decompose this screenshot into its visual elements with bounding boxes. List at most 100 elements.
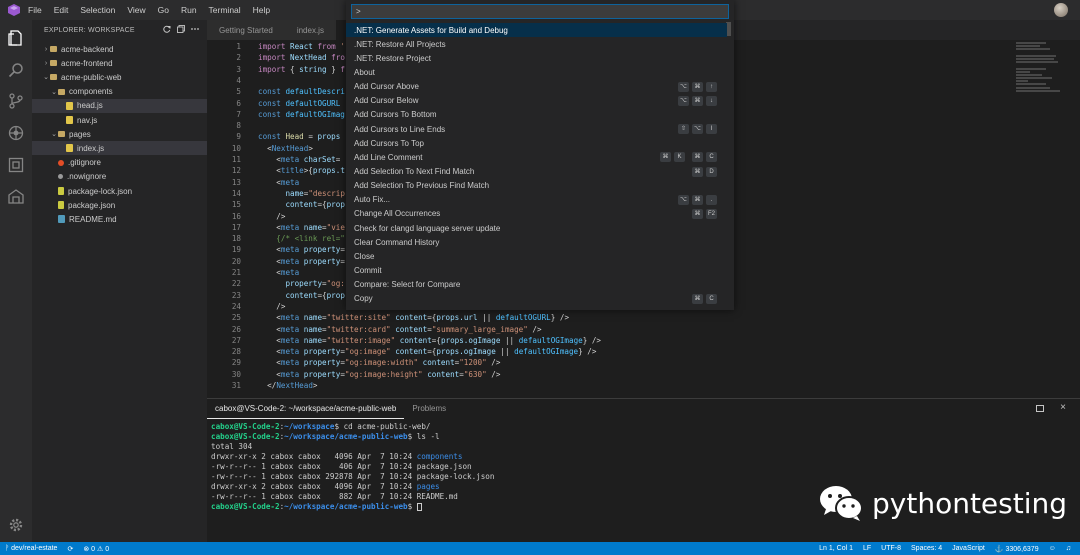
command-item[interactable]: About bbox=[346, 65, 727, 79]
chevron-icon: ⌄ bbox=[51, 88, 57, 96]
command-item[interactable]: Add Selection To Next Find Match ⌘ D bbox=[346, 165, 727, 179]
tree-item-label: head.js bbox=[77, 101, 103, 111]
command-item[interactable]: Close bbox=[346, 249, 727, 263]
minimap[interactable] bbox=[1016, 42, 1062, 102]
command-item[interactable]: Add Cursor Above ⌥ ⌘ ↑ bbox=[346, 80, 727, 94]
command-label: Add Line Comment bbox=[354, 152, 423, 162]
command-label: Compare: Select for Compare bbox=[354, 280, 461, 290]
language-mode[interactable]: JavaScript bbox=[952, 545, 985, 552]
tree-item[interactable]: ⌄ components bbox=[32, 85, 207, 99]
settings-gear-icon[interactable] bbox=[7, 516, 25, 534]
code-text: import NextHead fro bbox=[258, 53, 345, 63]
code-text: <NextHead> bbox=[267, 143, 313, 153]
line-number: 19 bbox=[231, 245, 241, 255]
menu-selection[interactable]: Selection bbox=[80, 5, 115, 15]
tree-item[interactable]: package.json bbox=[32, 198, 207, 212]
key-cap: ⌘ bbox=[692, 194, 703, 205]
maximize-panel-icon[interactable] bbox=[1036, 405, 1044, 412]
tree-item[interactable]: .nowignore bbox=[32, 170, 207, 184]
close-panel-icon[interactable]: × bbox=[1060, 402, 1066, 413]
tab-problems[interactable]: Problems bbox=[404, 399, 454, 419]
editor-tab[interactable]: Getting Started bbox=[207, 20, 285, 40]
command-label: Auto Fix... bbox=[354, 195, 391, 205]
tree-item[interactable]: index.js bbox=[32, 141, 207, 156]
sync-icon[interactable]: ⟳ bbox=[67, 545, 73, 553]
key-cap: ⌘ bbox=[692, 166, 703, 177]
key-cap: F2 bbox=[705, 208, 717, 219]
eol-indicator[interactable]: LF bbox=[863, 545, 871, 552]
wechat-icon bbox=[820, 486, 863, 521]
command-item[interactable]: Add Cursor Below ⌥ ⌘ ↓ bbox=[346, 94, 727, 108]
command-label: .NET: Restore Project bbox=[354, 53, 431, 63]
command-item[interactable]: .NET: Restore All Projects bbox=[346, 37, 727, 51]
code-text: {/* <link rel=" bbox=[276, 234, 345, 244]
command-palette-input[interactable] bbox=[351, 4, 729, 19]
command-item[interactable]: Compare: Select for Compare bbox=[346, 278, 727, 292]
user-avatar[interactable] bbox=[1054, 3, 1068, 17]
command-item[interactable]: Copy ⌘ C bbox=[346, 292, 727, 306]
menu-help[interactable]: Help bbox=[253, 5, 270, 15]
problems-indicator[interactable]: ⊗ 0 ⚠ 0 bbox=[83, 545, 109, 553]
search-icon[interactable] bbox=[7, 61, 25, 79]
command-item[interactable]: Add Cursors To Bottom bbox=[346, 108, 727, 122]
git-file-icon bbox=[58, 159, 64, 166]
menu-edit[interactable]: Edit bbox=[54, 5, 69, 15]
tree-item[interactable]: package-lock.json bbox=[32, 184, 207, 198]
command-item[interactable]: Change All Occurrences ⌘ F2 bbox=[346, 207, 727, 221]
editor-tab[interactable]: index.js bbox=[284, 20, 336, 40]
command-label: Add Cursors To Bottom bbox=[354, 110, 437, 120]
command-item[interactable]: Check for clangd language server update bbox=[346, 221, 727, 235]
collapse-all-icon[interactable] bbox=[177, 25, 185, 33]
folder-file-icon bbox=[50, 74, 57, 81]
command-label: Check for clangd language server update bbox=[354, 223, 501, 233]
key-cap: ↓ bbox=[706, 95, 717, 106]
terminal-text: -rw-r--r-- 1 cabox cabox 406 Apr 7 10:24… bbox=[211, 462, 472, 471]
command-item[interactable]: Commit bbox=[346, 264, 727, 278]
more-actions-icon[interactable] bbox=[191, 25, 199, 33]
terminal-output[interactable]: cabox@VS-Code-2:~/workspace$ cd acme-pub… bbox=[211, 422, 494, 512]
feedback-icon[interactable]: ☺ bbox=[1049, 545, 1056, 552]
tree-item[interactable]: › acme-backend bbox=[32, 42, 207, 56]
cursor-position[interactable]: Ln 1, Col 1 bbox=[819, 545, 853, 552]
command-item[interactable]: Auto Fix... ⌥ ⌘. bbox=[346, 193, 727, 207]
command-item[interactable]: Add Selection To Previous Find Match bbox=[346, 179, 727, 193]
key-cap: ⌥ bbox=[678, 81, 689, 92]
indent-indicator[interactable]: Spaces: 4 bbox=[911, 545, 942, 552]
code-text: <meta property="og:image" content={props… bbox=[276, 347, 597, 357]
key-cap: ⌘ bbox=[692, 293, 703, 304]
encoding-indicator[interactable]: UTF-8 bbox=[881, 545, 901, 552]
refresh-icon[interactable] bbox=[163, 25, 171, 33]
menu-run[interactable]: Run bbox=[181, 5, 197, 15]
menu-file[interactable]: File bbox=[28, 5, 42, 15]
source-control-icon[interactable] bbox=[7, 92, 25, 110]
command-item[interactable]: .NET: Restore Project bbox=[346, 51, 727, 65]
terminal-line: drwxr-xr-x 2 cabox cabox 4096 Apr 7 10:2… bbox=[211, 482, 494, 492]
debug-icon[interactable] bbox=[7, 124, 25, 142]
line-number: 7 bbox=[236, 109, 241, 119]
tree-item[interactable]: nav.js bbox=[32, 113, 207, 127]
ports-indicator[interactable]: ⚓ 3306,6379 bbox=[995, 545, 1039, 553]
tree-item[interactable]: .gitignore bbox=[32, 156, 207, 170]
branch-indicator[interactable]: ᚹ dev/real-estate bbox=[5, 545, 57, 552]
command-item[interactable]: Clear Command History bbox=[346, 235, 727, 249]
menu-view[interactable]: View bbox=[127, 5, 145, 15]
tree-item[interactable]: ⌄ pages bbox=[32, 127, 207, 141]
code-text: content={prop bbox=[285, 290, 345, 300]
tree-item[interactable]: ⌄ acme-public-web bbox=[32, 70, 207, 84]
command-item[interactable]: Add Line Comment ⌘ K ⌘ C bbox=[346, 150, 727, 164]
watermark: pythontesting bbox=[818, 484, 1067, 522]
code-text: const Head = props bbox=[258, 132, 341, 142]
tree-item[interactable]: head.js bbox=[32, 98, 207, 113]
tab-terminal[interactable]: cabox@VS-Code-2: ~/workspace/acme-public… bbox=[207, 399, 405, 419]
remote-explorer-icon[interactable] bbox=[7, 187, 25, 205]
command-item[interactable]: Add Cursors to Line Ends ⇧ ⌥ I bbox=[346, 122, 727, 136]
command-item[interactable]: Add Cursors To Top bbox=[346, 136, 727, 150]
extensions-icon[interactable] bbox=[7, 156, 25, 174]
menu-go[interactable]: Go bbox=[158, 5, 169, 15]
tree-item[interactable]: README.md bbox=[32, 212, 207, 226]
menu-terminal[interactable]: Terminal bbox=[209, 5, 241, 15]
tree-item[interactable]: › acme-frontend bbox=[32, 56, 207, 70]
command-item[interactable]: .NET: Generate Assets for Build and Debu… bbox=[346, 23, 727, 37]
notifications-bell-icon[interactable]: ♫ bbox=[1066, 545, 1071, 552]
explorer-icon[interactable] bbox=[7, 29, 25, 47]
